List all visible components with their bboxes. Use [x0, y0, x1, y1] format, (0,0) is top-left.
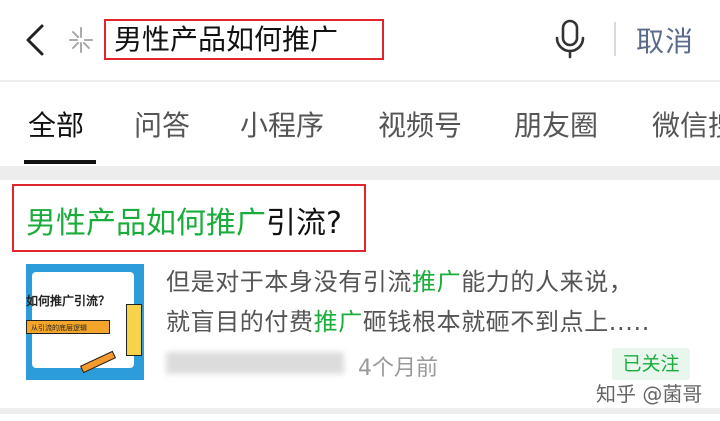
tab-qa[interactable]: 问答: [134, 104, 190, 144]
search-input[interactable]: 男性产品如何推广: [104, 19, 384, 60]
back-icon[interactable]: [18, 20, 54, 60]
snippet-line-2: 就盲目的付费推广砸钱根本就砸不到点上.....: [166, 302, 650, 337]
snippet-highlight: 推广: [313, 308, 363, 336]
snippet-highlight: 推广: [412, 268, 462, 296]
snippet-text: 但是对于本身没有引流: [166, 268, 412, 296]
snippet-text: 能力的人来说，: [461, 268, 634, 296]
watermark: 知乎 @菌哥: [596, 382, 703, 406]
tab-wechat-search[interactable]: 微信搜: [652, 104, 720, 144]
result-thumbnail[interactable]: 如何推广引流？ 从引流的底层逻辑: [26, 264, 144, 380]
result-title[interactable]: 男性产品如何推广引流?: [26, 198, 342, 242]
tab-moments[interactable]: 朋友圈: [514, 104, 598, 144]
microphone-icon[interactable]: [552, 18, 588, 60]
tab-mini-program[interactable]: 小程序: [240, 104, 324, 144]
next-result-edge: [0, 414, 720, 421]
tab-bar: 全部 问答 小程序 视频号 朋友圈 微信搜: [0, 82, 720, 166]
search-result-card[interactable]: 男性产品如何推广引流? 如何推广引流？ 从引流的底层逻辑 但是对于本身没有引流推…: [0, 180, 720, 408]
snippet-line-1: 但是对于本身没有引流推广能力的人来说，: [166, 262, 633, 297]
active-tab-indicator: [24, 160, 96, 164]
thumbnail-subtitle: 从引流的底层逻辑: [26, 320, 110, 334]
follow-status-badge[interactable]: 已关注: [612, 348, 690, 380]
title-highlight: 男性产品如何推广: [26, 206, 266, 241]
tab-channels[interactable]: 视频号: [378, 104, 462, 144]
notepad-graphic: [126, 304, 142, 356]
snippet-text: 砸钱根本就砸不到点上.....: [362, 308, 650, 336]
search-bar: 男性产品如何推广 取消: [0, 0, 720, 80]
thumbnail-title: 如何推广引流？: [26, 294, 111, 308]
tab-all[interactable]: 全部: [28, 104, 84, 144]
title-rest: 引流?: [266, 206, 342, 241]
blurred-source-name: [166, 352, 344, 374]
snippet-text: 就盲目的付费: [166, 308, 314, 336]
sparkle-icon: [69, 27, 93, 53]
publish-time: 4个月前: [358, 356, 438, 381]
divider: [614, 22, 616, 56]
cancel-button[interactable]: 取消: [636, 20, 694, 60]
